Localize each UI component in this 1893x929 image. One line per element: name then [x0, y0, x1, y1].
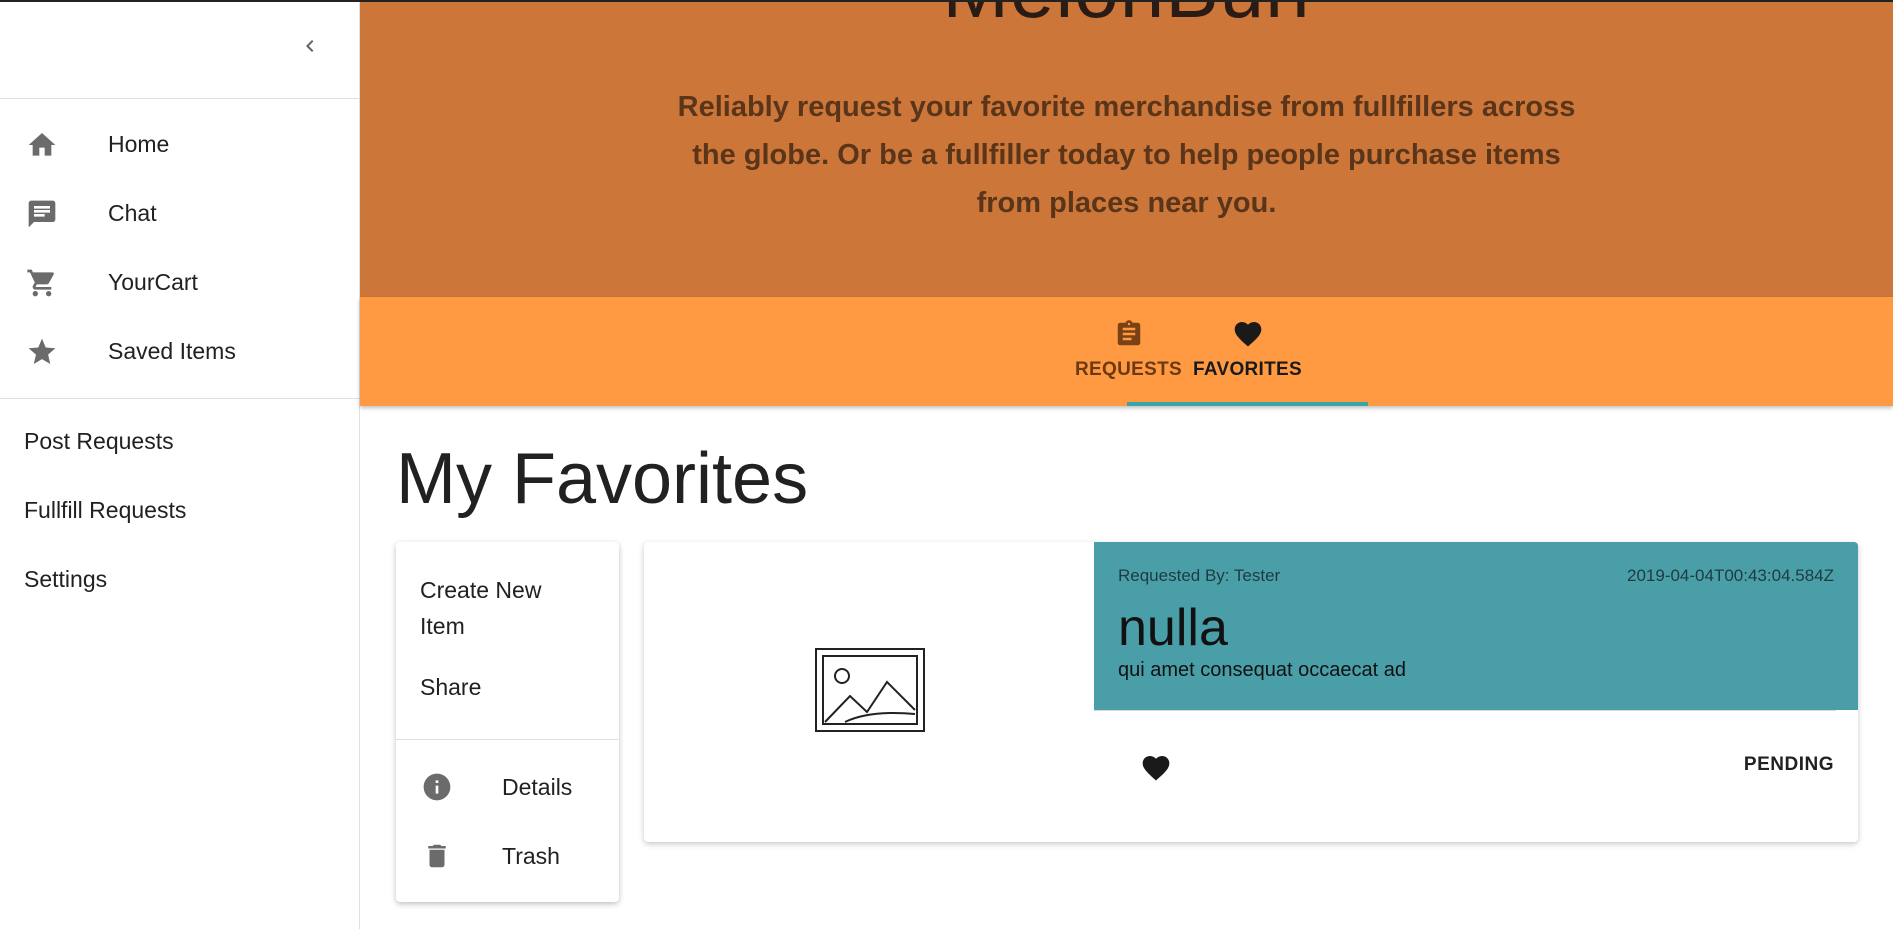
trash-icon [420, 839, 454, 873]
page-title: My Favorites [396, 439, 809, 519]
hero-banner: MelonBun Reliably request your favorite … [360, 2, 1893, 297]
item-title: nulla [1118, 599, 1228, 657]
status-badge: PENDING [1743, 754, 1834, 775]
sidebar-item-label: YourCart [108, 269, 198, 295]
cart-icon [26, 267, 58, 299]
tab-bar: REQUESTS FAVORITES [360, 297, 1893, 406]
timestamp: 2019-04-04T00:43:04.584Z [1627, 566, 1834, 585]
create-new-item-button[interactable]: Create New Item [396, 572, 590, 644]
trash-label: Trash [502, 842, 560, 869]
image-placeholder-icon [815, 648, 925, 732]
sidebar-item-chat[interactable]: Chat [0, 179, 359, 248]
tab-favorites[interactable]: FAVORITES [1127, 297, 1368, 406]
chat-icon [26, 198, 58, 230]
share-button[interactable]: Share [396, 669, 481, 705]
star-icon [26, 336, 58, 368]
requested-by: Requested By: Tester [1118, 566, 1281, 585]
details-label: Details [502, 773, 573, 800]
active-tab-indicator [1127, 402, 1368, 406]
tab-label: FAVORITES [1193, 359, 1302, 380]
details-button[interactable]: Details [396, 758, 619, 816]
actions-menu: Create New Item Share Details Trash [396, 542, 619, 902]
sidebar-item-home[interactable]: Home [0, 110, 359, 179]
info-icon [420, 770, 454, 804]
sidebar-item-fullfill-requests[interactable]: Fullfill Requests [0, 476, 359, 545]
trash-button[interactable]: Trash [396, 827, 619, 885]
divider [1094, 710, 1836, 711]
brand-title: MelonBun [360, 2, 1893, 36]
favorite-item-card[interactable]: Requested By: Tester 2019-04-04T00:43:04… [644, 542, 1858, 842]
home-icon [26, 129, 58, 161]
sidebar-links: Post Requests Fullfill Requests Settings [0, 399, 359, 614]
sidebar-header [0, 2, 359, 99]
sidebar-item-label: Saved Items [108, 338, 236, 364]
menu-divider [396, 739, 619, 740]
heart-icon [1231, 317, 1265, 351]
sidebar-item-settings[interactable]: Settings [0, 545, 359, 614]
heart-icon[interactable] [1134, 746, 1178, 790]
sidebar-item-label: Home [108, 131, 170, 157]
item-description: qui amet consequat occaecat ad [1118, 659, 1406, 681]
sidebar-item-label: Chat [108, 200, 157, 226]
sidebar: Home Chat YourCart Saved Items Post Requ… [0, 2, 360, 929]
sidebar-item-post-requests[interactable]: Post Requests [0, 407, 359, 476]
sidebar-item-saved-items[interactable]: Saved Items [0, 317, 359, 386]
sidebar-item-yourcart[interactable]: YourCart [0, 248, 359, 317]
sidebar-nav: Home Chat YourCart Saved Items [0, 99, 359, 399]
hero-tagline: Reliably request your favorite merchandi… [677, 91, 1576, 219]
item-info-panel: Requested By: Tester 2019-04-04T00:43:04… [1094, 542, 1858, 710]
chevron-left-icon[interactable] [298, 34, 322, 58]
